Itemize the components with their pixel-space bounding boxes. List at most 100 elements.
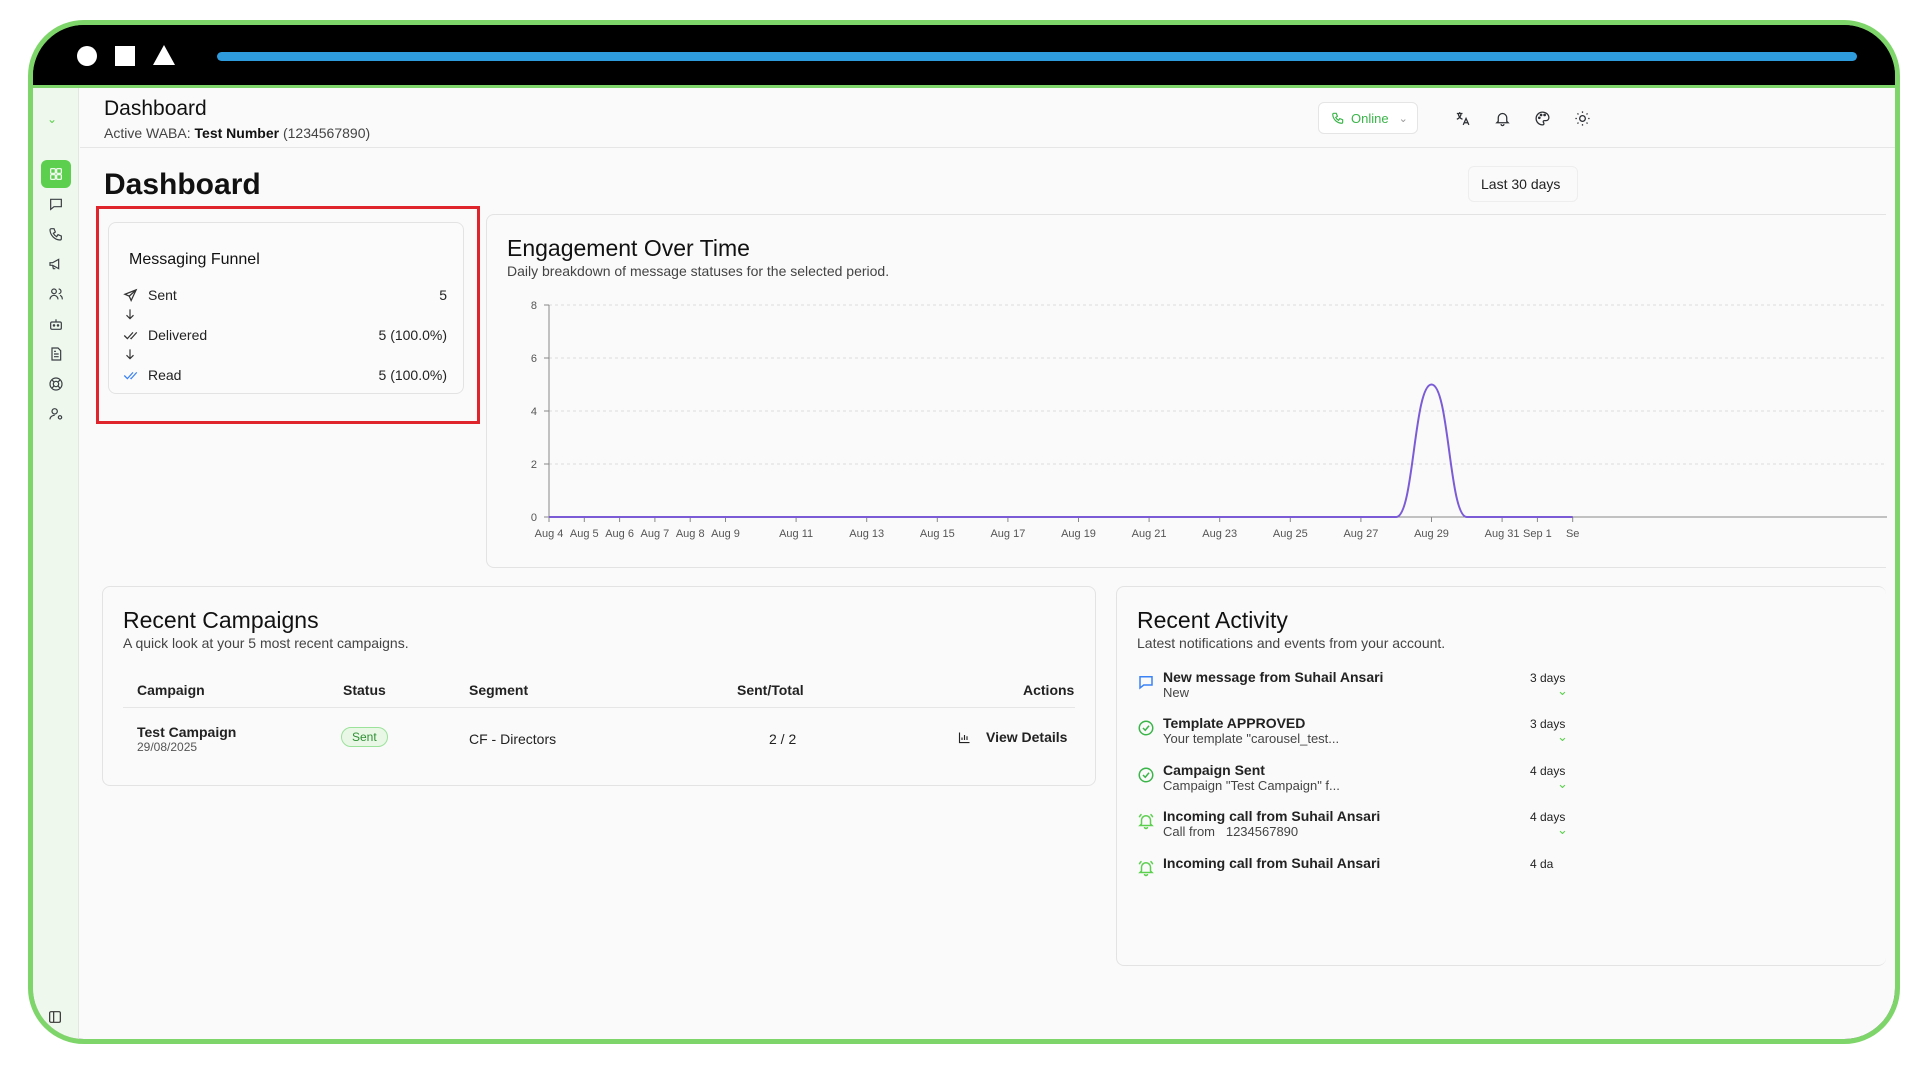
activity-subtitle: Latest notifications and events from you… [1137,635,1446,651]
activity-desc: Call from 1234567890 [1163,824,1299,839]
phone-icon [49,228,62,241]
bar-chart-icon [958,732,970,743]
activity-title-text: Incoming call from Suhail Ansari [1163,855,1381,871]
y-tick-label: 8 [531,300,537,312]
activity-title: Recent Activity [1137,607,1288,633]
funnel-value: 5 (100.0%) [378,327,447,343]
languages-icon [1456,111,1469,125]
bell-icon [1494,112,1510,126]
sidebar-item-campaigns[interactable] [41,250,71,278]
activity-item[interactable]: New message from Suhail Ansari New 3 day… [1137,669,1577,705]
chevron-down-icon: ⌄ [1557,822,1568,837]
active-waba-label: Active WABA: [104,125,191,141]
sidebar-item-templates[interactable] [41,340,71,368]
sidebar-item-contacts[interactable] [41,280,71,308]
check-check-icon [123,331,138,340]
square-icon [115,46,135,66]
activity-item[interactable]: Template APPROVED Your template "carouse… [1137,715,1577,751]
chevron-down-icon: ⌄ [1398,112,1408,125]
bell-ring-icon [1137,812,1155,830]
app-screen: ⌄ Dashboard Active WABA: Test Number (12… [33,85,1895,1039]
x-tick-label: Aug 23 [1202,528,1237,540]
triangle-icon [153,45,175,65]
active-waba-name: Test Number [194,125,280,141]
recent-campaigns-card: Recent Campaigns A quick look at your 5 … [102,586,1096,786]
activity-item[interactable]: Incoming call from Suhail Ansari 4 da [1137,855,1577,891]
x-tick-label: Aug 19 [1061,528,1096,540]
header-title: Dashboard [104,97,207,120]
bell-ring-icon [1137,859,1155,877]
x-tick-label: Aug 7 [641,528,670,540]
sidebar-toggle-button[interactable] [47,1009,65,1027]
x-tick-label: Aug 5 [570,528,599,540]
sidebar-item-bots[interactable] [41,310,71,338]
check-check-icon [123,371,138,380]
x-tick-label: Aug 11 [779,528,813,540]
funnel-label: Sent [148,287,177,303]
funnel-label: Delivered [148,327,208,343]
date-range-select[interactable]: Last 30 days [1468,166,1578,202]
chevron-down-icon: ⌄ [1557,683,1568,698]
y-tick-label: 2 [531,459,537,471]
activity-item[interactable]: Incoming call from Suhail Ansari Call fr… [1137,808,1577,844]
main-content: Dashboard Active WABA: Test Number (1234… [80,88,1895,1039]
campaign-segment: CF - Directors [469,731,557,747]
light-mode-button[interactable] [1570,106,1594,130]
activity-title-text: Campaign Sent [1163,762,1265,778]
view-details-button[interactable]: View Details [957,729,1067,745]
activity-title-text: New message from Suhail Ansari [1163,669,1384,685]
x-tick-label: Aug 9 [711,528,740,540]
online-status-dropdown[interactable]: Online ⌄ [1318,102,1418,134]
sidebar-item-dashboard[interactable] [41,160,71,188]
funnel-label: Read [148,367,182,383]
column-header-actions: Actions [1023,682,1075,698]
x-tick-label: Aug 29 [1414,528,1449,540]
life-buoy-icon [49,377,63,391]
campaign-name: Test Campaign [137,724,237,740]
bot-icon [50,319,62,330]
series-line [549,383,1573,518]
y-tick-label: 6 [531,353,537,365]
x-tick-label: Sep 1 [1523,528,1552,540]
activity-item[interactable]: Campaign Sent Campaign "Test Campaign" f… [1137,762,1577,798]
column-header-sent-total[interactable]: Sent/Total [737,682,804,698]
check-circle-icon [1137,766,1155,784]
notifications-button[interactable] [1490,106,1514,130]
x-tick-label: Aug 17 [990,528,1025,540]
funnel-title: Messaging Funnel [129,251,260,268]
chevron-down-icon: ⌄ [1557,729,1568,744]
sidebar-item-chats[interactable] [41,190,71,218]
message-icon [1137,673,1155,691]
chevron-down-icon: ⌄ [1557,776,1568,791]
theme-palette-button[interactable] [1530,106,1554,130]
sidebar-item-support[interactable] [41,370,71,398]
language-button[interactable] [1450,106,1474,130]
x-tick-label: Aug 25 [1273,528,1308,540]
circle-icon [77,46,97,66]
y-tick-label: 0 [531,512,537,524]
view-details-label: View Details [986,729,1068,745]
engagement-chart-card: Engagement Over Time Daily breakdown of … [486,214,1887,568]
x-tick-label: Aug 21 [1132,528,1167,540]
dashboard-grid-icon [50,168,62,180]
chevron-down-icon[interactable]: ⌄ [47,112,57,126]
messaging-funnel-card: Messaging Funnel Sent 5 Delivered 5 (100… [108,222,464,394]
activity-time: 4 da [1530,857,1554,871]
table-divider [123,707,1075,708]
users-icon [49,288,63,300]
engagement-line-chart: 0 2 4 6 8 Aug 4 Aug 5 Aug 6 Aug 7 Aug 8 Aug 9 Aug 1… [531,300,1887,540]
column-header-segment[interactable]: Segment [469,682,528,698]
online-status-label: Online [1351,110,1389,126]
status-badge: Sent [341,727,388,747]
window-titlebar [33,25,1895,85]
send-icon [123,288,138,302]
column-header-campaign[interactable]: Campaign [137,682,205,698]
column-header-status[interactable]: Status [343,682,386,698]
active-waba-number: (1234567890) [282,125,371,141]
palette-icon [1534,110,1550,126]
sidebar-item-team[interactable] [41,400,71,428]
sidebar-item-calls[interactable] [41,220,71,248]
campaign-sent-total: 2 / 2 [769,731,797,747]
x-tick-label: Aug 13 [849,528,884,540]
x-tick-label: Aug 4 [535,528,564,540]
